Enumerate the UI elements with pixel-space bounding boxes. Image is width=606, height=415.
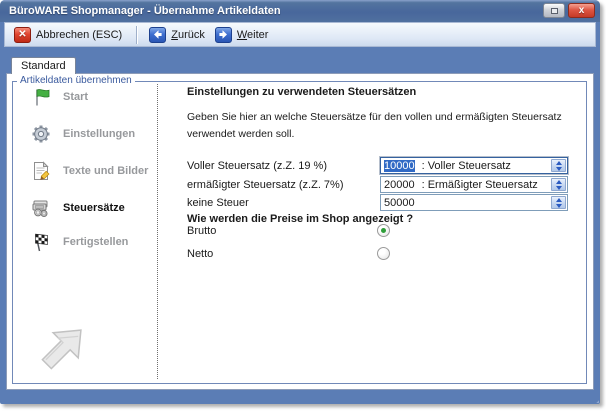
back-button-label: Zurück bbox=[171, 29, 205, 41]
spinner-up-icon bbox=[556, 180, 562, 184]
content-panel: Artikeldaten übernehmen Start bbox=[6, 73, 594, 390]
arrow-right-icon bbox=[215, 27, 232, 43]
green-flag-icon bbox=[30, 86, 52, 108]
next-button[interactable]: Weiter bbox=[211, 25, 275, 45]
input-value: 50000 bbox=[384, 197, 415, 209]
input-value: 20000 bbox=[384, 179, 415, 191]
sidebar-item-start[interactable]: Start bbox=[30, 84, 156, 110]
sidebar-item-steuersaetze[interactable]: Steuersätze bbox=[30, 195, 156, 221]
title-bar[interactable]: BüroWARE Shopmanager - Übernahme Artikel… bbox=[0, 0, 600, 22]
cancel-button-label: Abbrechen (ESC) bbox=[36, 29, 122, 41]
price-display-question: Wie werden die Preise im Shop angezeigt … bbox=[187, 213, 413, 225]
sidebar-item-label: Start bbox=[63, 91, 88, 103]
input-suffix: : Voller Steuersatz bbox=[422, 160, 511, 172]
spinner-ermaessigter-steuersatz[interactable] bbox=[551, 178, 566, 191]
spinner-down-icon bbox=[556, 204, 562, 208]
arrow-watermark bbox=[23, 310, 103, 386]
ermaessigter-steuersatz-input[interactable]: 20000 : Ermäßigter Steuersatz bbox=[380, 176, 568, 193]
radio-label-brutto: Brutto bbox=[187, 224, 216, 238]
sidebar-item-label: Fertigstellen bbox=[63, 236, 128, 248]
spinner-voller-steuersatz[interactable] bbox=[551, 159, 566, 172]
toolbar: ✕ Abbrechen (ESC) Zurück Weiter bbox=[4, 22, 596, 47]
spinner-up-icon bbox=[556, 198, 562, 202]
restore-button[interactable] bbox=[543, 3, 565, 18]
back-button[interactable]: Zurück bbox=[145, 25, 211, 45]
input-selected-value: 10000 bbox=[384, 160, 415, 172]
field-label-voller-steuersatz: Voller Steuersatz (z.Z. 19 %) bbox=[187, 158, 327, 175]
window-controls: x bbox=[543, 3, 595, 18]
radio-label-netto: Netto bbox=[187, 247, 213, 261]
spinner-keine-steuer[interactable] bbox=[551, 196, 566, 209]
window-title: BüroWARE Shopmanager - Übernahme Artikel… bbox=[9, 5, 281, 17]
sidebar-item-texte-und-bilder[interactable]: Texte und Bilder bbox=[30, 158, 156, 184]
dialog-window: BüroWARE Shopmanager - Übernahme Artikel… bbox=[0, 0, 600, 404]
toolbar-separator bbox=[136, 26, 137, 44]
gear-icon bbox=[30, 123, 52, 145]
money-icon bbox=[30, 197, 52, 219]
sidebar-item-fertigstellen[interactable]: Fertigstellen bbox=[30, 229, 156, 255]
tab-label: Standard bbox=[21, 60, 66, 72]
field-label-ermaessigter-steuersatz: ermäßigter Steuersatz (z.Z. 7%) bbox=[187, 177, 344, 194]
document-pencil-icon bbox=[30, 160, 52, 182]
input-suffix: : Ermäßigter Steuersatz bbox=[422, 179, 538, 191]
next-button-label: Weiter bbox=[237, 29, 269, 41]
cancel-x-icon: ✕ bbox=[14, 27, 31, 43]
restore-icon bbox=[551, 8, 558, 14]
sidebar-item-label: Steuersätze bbox=[63, 202, 125, 214]
field-label-keine-steuer: keine Steuer bbox=[187, 195, 249, 212]
page-title: Einstellungen zu verwendeten Steuersätze… bbox=[187, 86, 416, 98]
sidebar-item-einstellungen[interactable]: Einstellungen bbox=[30, 121, 156, 147]
sidebar-item-label: Texte und Bilder bbox=[63, 165, 148, 177]
description-text: Geben Sie hier an welche Steuersätze für… bbox=[187, 109, 575, 143]
cancel-button[interactable]: ✕ Abbrechen (ESC) bbox=[10, 25, 128, 45]
sidebar-item-label: Einstellungen bbox=[63, 128, 135, 140]
brutto-radio[interactable] bbox=[377, 224, 390, 237]
close-icon: x bbox=[579, 4, 585, 17]
spinner-down-icon bbox=[556, 186, 562, 190]
sidebar-divider bbox=[157, 84, 158, 379]
tab-standard[interactable]: Standard bbox=[11, 57, 76, 74]
keine-steuer-input[interactable]: 50000 bbox=[380, 194, 568, 211]
spinner-down-icon bbox=[556, 167, 562, 171]
netto-radio[interactable] bbox=[377, 247, 390, 260]
resize-grip[interactable] bbox=[588, 392, 599, 403]
arrow-left-icon bbox=[149, 27, 166, 43]
checkered-flag-icon bbox=[30, 231, 52, 253]
close-button[interactable]: x bbox=[568, 3, 595, 18]
spinner-up-icon bbox=[556, 161, 562, 165]
voller-steuersatz-input[interactable]: 10000 : Voller Steuersatz bbox=[380, 157, 568, 174]
